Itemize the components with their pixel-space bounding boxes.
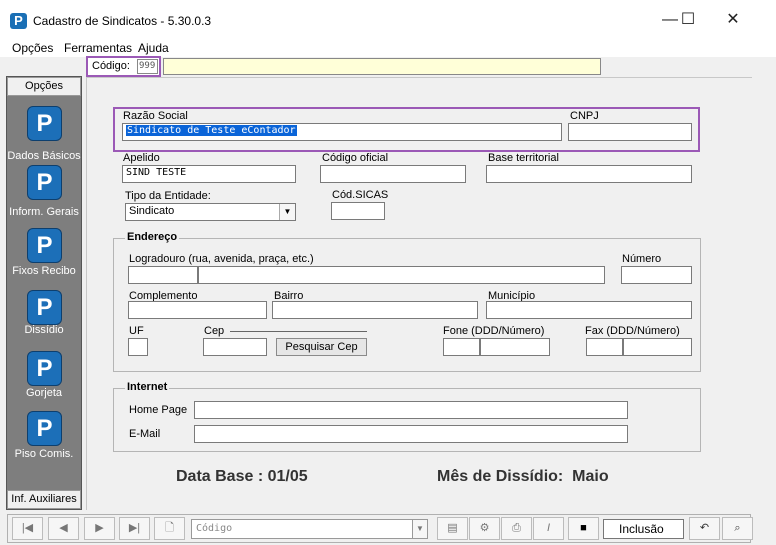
logradouro-input[interactable] xyxy=(198,266,605,284)
chevron-down-icon[interactable]: ▼ xyxy=(279,204,295,220)
fax-numero-input[interactable] xyxy=(623,338,692,356)
tipo-entidade-label: Tipo da Entidade: xyxy=(125,190,211,202)
fone-label: Fone (DDD/Número) xyxy=(443,325,545,337)
cnpj-label: CNPJ xyxy=(570,110,599,122)
pesquisar-cep-button[interactable]: Pesquisar Cep xyxy=(276,338,367,356)
sidebar-icon-piso-comis[interactable]: P xyxy=(27,411,62,446)
menu-ferramentas[interactable]: Ferramentas xyxy=(64,41,132,55)
sidebar-item-inform-gerais[interactable]: Inform. Gerais xyxy=(6,206,82,218)
internet-title: Internet xyxy=(125,381,170,393)
sidebar-item-dissidio[interactable]: Dissídio xyxy=(6,324,82,336)
binoculars-icon[interactable]: ⌕ xyxy=(722,517,753,540)
sidebar-icon-gorjeta[interactable]: P xyxy=(27,351,62,386)
fax-label: Fax (DDD/Número) xyxy=(585,325,680,337)
sidebar-icon-dados-basicos[interactable]: P xyxy=(27,106,62,141)
bairro-input[interactable] xyxy=(272,301,478,319)
chevron-down-icon[interactable]: ▼ xyxy=(412,519,428,539)
municipio-input[interactable] xyxy=(486,301,692,319)
home-page-label: Home Page xyxy=(129,404,188,416)
save-icon[interactable]: ■ xyxy=(568,517,599,540)
razao-social-value: Sindicato de Teste eContador xyxy=(126,125,297,136)
razao-social-label: Razão Social xyxy=(123,110,188,122)
previous-record-icon[interactable]: ◀ xyxy=(48,517,79,540)
uf-label: UF xyxy=(129,325,144,337)
numero-label: Número xyxy=(622,253,662,265)
email-input[interactable] xyxy=(194,425,628,443)
data-base-text: Data Base : 01/05 xyxy=(176,468,308,485)
status-field: Inclusão xyxy=(603,519,684,539)
sidebar-icon-dissidio[interactable]: P xyxy=(27,290,62,325)
undo-icon[interactable]: ↶ xyxy=(689,517,720,540)
apelido-label: Apelido xyxy=(123,152,160,164)
apelido-input[interactable]: SIND TESTE xyxy=(122,165,296,183)
logradouro-tipo-input[interactable] xyxy=(128,266,198,284)
sidebar-item-piso-comis[interactable]: Piso Comis. xyxy=(6,448,82,460)
base-territorial-input[interactable] xyxy=(486,165,692,183)
codigo-label: Código: xyxy=(92,60,130,72)
settings-icon[interactable]: ⚙ xyxy=(469,517,500,540)
codigo-oficial-label: Código oficial xyxy=(322,152,389,164)
base-territorial-label: Base territorial xyxy=(488,152,559,164)
report-icon[interactable]: ▤ xyxy=(437,517,468,540)
italic-icon[interactable]: I xyxy=(533,517,564,540)
fax-ddd-input[interactable] xyxy=(586,338,623,356)
cep-input[interactable] xyxy=(203,338,267,356)
cnpj-input[interactable] xyxy=(568,123,692,141)
search-field-combo[interactable]: Código xyxy=(191,519,413,539)
fone-numero-input[interactable] xyxy=(480,338,550,356)
razao-social-input[interactable]: Sindicato de Teste eContador xyxy=(122,123,562,141)
print-icon[interactable]: ⎙ xyxy=(501,517,532,540)
maximize-button[interactable]: ☐ xyxy=(668,0,708,40)
sidebar-item-fixos-recibo[interactable]: Fixos Recibo xyxy=(6,265,82,277)
new-document-icon[interactable]: 🗋 xyxy=(154,517,185,540)
app-logo-icon: P xyxy=(10,13,27,29)
last-record-icon[interactable]: ▶| xyxy=(119,517,150,540)
cod-sicas-input[interactable] xyxy=(331,202,385,220)
tipo-entidade-select[interactable]: Sindicato ▼ xyxy=(125,203,296,221)
sidebar-item-dados-basicos[interactable]: Dados Básicos xyxy=(6,150,82,162)
uf-input[interactable] xyxy=(128,338,148,356)
codigo-oficial-input[interactable] xyxy=(320,165,466,183)
tipo-entidade-value: Sindicato xyxy=(129,205,175,217)
codigo-input[interactable]: 999 xyxy=(137,59,158,74)
sidebar-header[interactable]: Opções xyxy=(7,77,81,96)
complemento-input[interactable] xyxy=(128,301,267,319)
sidebar-icon-inform-gerais[interactable]: P xyxy=(27,165,62,200)
window-title: Cadastro de Sindicatos - 5.30.0.3 xyxy=(33,14,212,28)
menu-ajuda[interactable]: Ajuda xyxy=(138,41,169,55)
cep-divider xyxy=(230,331,367,332)
sidebar-item-gorjeta[interactable]: Gorjeta xyxy=(6,387,82,399)
home-page-input[interactable] xyxy=(194,401,628,419)
mes-dissidio-text: Mês de Dissídio: Maio xyxy=(437,468,609,485)
first-record-icon[interactable]: |◀ xyxy=(12,517,43,540)
cod-sicas-label: Cód.SICAS xyxy=(332,189,389,201)
cep-label: Cep xyxy=(204,325,225,337)
logradouro-label: Logradouro (rua, avenida, praça, etc.) xyxy=(129,253,314,265)
endereco-title: Endereço xyxy=(125,231,180,243)
numero-input[interactable] xyxy=(621,266,692,284)
menu-opcoes[interactable]: Opções xyxy=(12,41,53,55)
email-label: E-Mail xyxy=(129,428,161,440)
sidebar-icon-fixos-recibo[interactable]: P xyxy=(27,228,62,263)
next-record-icon[interactable]: ▶ xyxy=(84,517,115,540)
codigo-description-field[interactable] xyxy=(163,58,601,75)
close-button[interactable]: ✕ xyxy=(713,0,753,40)
fone-ddd-input[interactable] xyxy=(443,338,480,356)
sidebar-footer[interactable]: Inf. Auxiliares xyxy=(7,490,81,509)
